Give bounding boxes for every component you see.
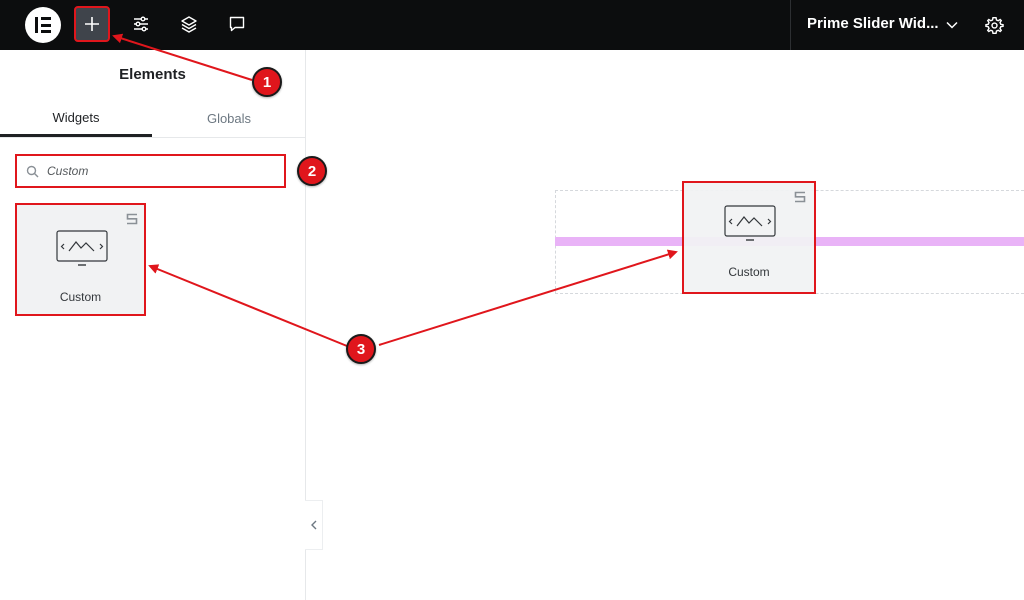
search-input[interactable] — [47, 164, 267, 178]
chevron-left-icon — [310, 520, 316, 530]
comment-icon — [229, 16, 245, 32]
site-settings-button[interactable] — [124, 7, 158, 41]
layers-icon — [181, 16, 197, 33]
dragged-widget-label: Custom — [728, 265, 770, 279]
dragged-widget-custom[interactable]: Custom — [682, 181, 816, 294]
panel-tabs: Widgets Globals — [0, 100, 305, 138]
document-menu-button[interactable] — [941, 14, 963, 36]
s-badge-icon — [794, 191, 806, 203]
step-badge-2: 2 — [297, 156, 327, 186]
chevron-down-icon — [946, 21, 958, 29]
step-badge-3: 3 — [346, 334, 376, 364]
tab-globals[interactable]: Globals — [153, 100, 305, 136]
plus-icon — [85, 17, 99, 31]
custom-slider-icon — [724, 205, 776, 241]
topbar-divider — [790, 0, 791, 50]
notes-button[interactable] — [220, 7, 254, 41]
editor-topbar: Prime Slider Wid... — [0, 0, 1024, 50]
tab-widgets[interactable]: Widgets — [0, 100, 152, 137]
elements-panel: Elements Widgets Globals Custom — [0, 50, 306, 600]
collapse-panel-handle[interactable] — [305, 500, 323, 550]
structure-button[interactable] — [172, 7, 206, 41]
s-badge-icon — [126, 213, 138, 225]
widget-search — [15, 154, 286, 188]
document-title[interactable]: Prime Slider Wid... — [807, 15, 939, 32]
step-badge-1: 1 — [252, 67, 282, 97]
widget-card-custom[interactable]: Custom — [15, 203, 146, 316]
custom-slider-icon — [56, 230, 108, 266]
settings-button[interactable] — [982, 13, 1006, 37]
widget-label: Custom — [59, 290, 102, 304]
search-icon — [17, 165, 47, 178]
elementor-logo-icon[interactable] — [25, 7, 61, 43]
gear-icon — [984, 16, 1004, 34]
sliders-icon — [134, 16, 148, 32]
add-element-button[interactable] — [74, 6, 110, 42]
